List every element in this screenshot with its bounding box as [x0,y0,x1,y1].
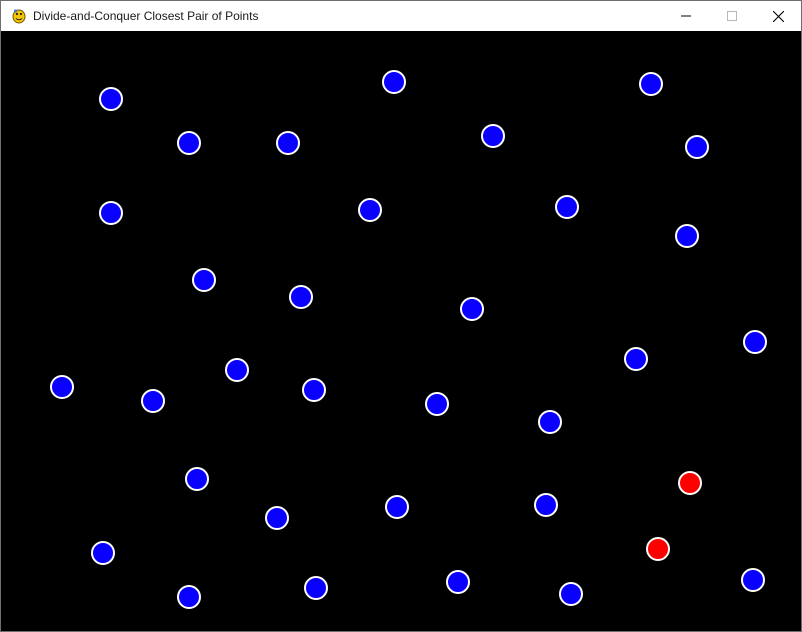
maximize-button[interactable] [709,1,755,31]
minimize-icon [681,11,691,21]
maximize-icon [727,11,737,21]
closest-pair-point-2 [646,537,670,561]
point-23 [185,467,209,491]
app-window: Divide-and-Conquer Closest Pair of Point… [0,0,802,632]
point-16 [624,347,648,371]
point-10 [555,195,579,219]
window-title: Divide-and-Conquer Closest Pair of Point… [33,9,259,23]
point-20 [302,378,326,402]
point-12 [192,268,216,292]
game-canvas[interactable] [1,31,801,631]
close-icon [772,10,784,22]
point-26 [534,493,558,517]
point-5 [276,131,300,155]
python-snake-icon [11,8,27,24]
point-31 [559,582,583,606]
window-controls [663,1,801,31]
point-29 [304,576,328,600]
closest-pair-point-1 [678,471,702,495]
point-4 [177,131,201,155]
point-6 [481,124,505,148]
points-canvas [50,70,767,609]
point-1 [99,87,123,111]
point-17 [50,375,74,399]
point-11 [675,224,699,248]
point-21 [425,392,449,416]
point-15 [743,330,767,354]
point-19 [225,358,249,382]
point-28 [177,585,201,609]
minimize-button[interactable] [663,1,709,31]
point-22 [538,410,562,434]
close-button[interactable] [755,1,801,31]
point-14 [460,297,484,321]
point-32 [741,568,765,592]
point-30 [446,570,470,594]
point-3 [639,72,663,96]
title-bar[interactable]: Divide-and-Conquer Closest Pair of Point… [1,1,801,31]
point-13 [289,285,313,309]
point-18 [141,389,165,413]
point-2 [382,70,406,94]
point-25 [385,495,409,519]
point-27 [91,541,115,565]
point-7 [685,135,709,159]
point-24 [265,506,289,530]
point-9 [358,198,382,222]
point-8 [99,201,123,225]
